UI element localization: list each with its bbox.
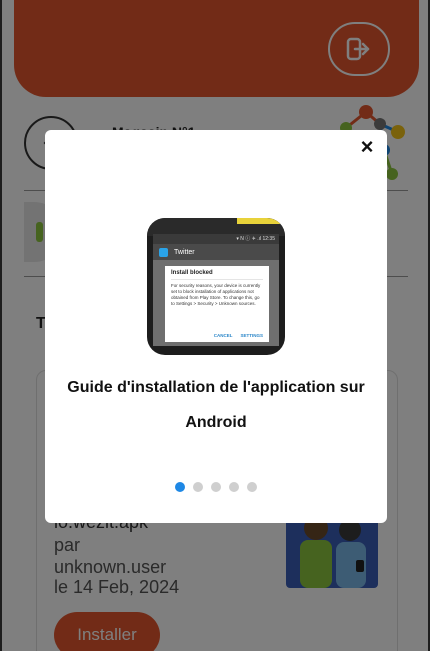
dialog-body: For security reasons, your device is cur… <box>171 283 261 307</box>
phone-app-bar: Twitter <box>153 244 279 260</box>
carousel-dot[interactable] <box>175 482 185 492</box>
carousel-dot[interactable] <box>211 482 221 492</box>
phone-screen: ▾ N ⓘ ✈ .ıl 12:35 Twitter Install blocke… <box>153 234 279 346</box>
twitter-icon <box>159 247 168 257</box>
install-blocked-dialog: Install blocked For security reasons, yo… <box>165 266 269 342</box>
carousel-dot[interactable] <box>193 482 203 492</box>
guide-title: Guide d'installation de l'application su… <box>67 379 365 431</box>
phone-app-name: Twitter <box>174 248 195 256</box>
carousel-dots <box>45 482 387 492</box>
phone-screenshot: ▾ N ⓘ ✈ .ıl 12:35 Twitter Install blocke… <box>147 218 285 355</box>
carousel-dot[interactable] <box>247 482 257 492</box>
install-guide-modal: × ▾ N ⓘ ✈ .ıl 12:35 Twitter Install bloc… <box>45 130 387 523</box>
dialog-cancel-label: CANCEL <box>213 333 233 338</box>
phone-status-bar: ▾ N ⓘ ✈ .ıl 12:35 <box>153 234 279 244</box>
dialog-title: Install blocked <box>171 270 263 280</box>
dialog-settings-label: SETTINGS <box>240 333 263 338</box>
close-button[interactable]: × <box>355 135 379 159</box>
carousel-dot[interactable] <box>229 482 239 492</box>
dialog-actions: CANCEL SETTINGS <box>214 333 263 338</box>
phone-accent <box>237 218 285 224</box>
